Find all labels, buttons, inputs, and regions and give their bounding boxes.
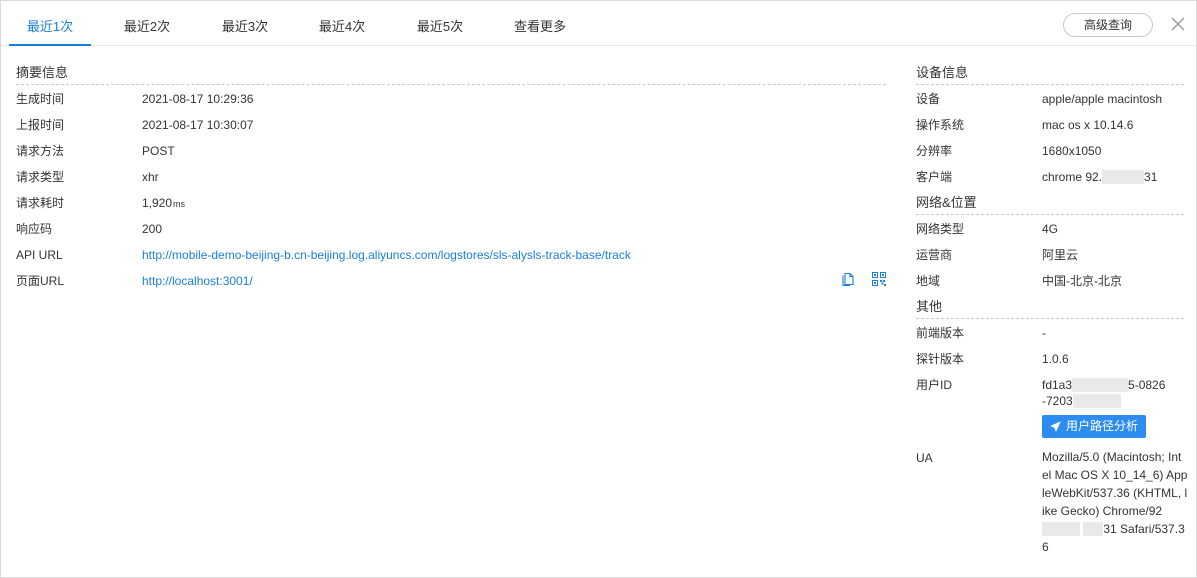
reported-time-value: 2021-08-17 10:30:07 <box>142 118 254 132</box>
user-id-label: 用户ID <box>916 378 953 392</box>
send-icon <box>1050 421 1061 432</box>
request-duration-value: 1,920ms <box>142 195 185 212</box>
device-value: apple/apple macintosh <box>1042 92 1163 106</box>
api-url-label: API URL <box>16 248 63 262</box>
advanced-query-button[interactable]: 高级查询 <box>1063 13 1153 37</box>
carrier-value: 阿里云 <box>1042 248 1079 262</box>
reported-time-label: 上报时间 <box>16 118 65 132</box>
tab-bar: 最近1次 最近2次 最近3次 最近4次 最近5次 查看更多 高级查询 <box>1 1 1196 46</box>
generated-time-value: 2021-08-17 10:29:36 <box>142 92 254 106</box>
user-id-value: fd1a3 5-0826 -7203 <box>1042 377 1188 409</box>
request-type-value: xhr <box>142 170 159 184</box>
redacted-block <box>1072 394 1121 408</box>
resolution-value: 1680x1050 <box>1042 144 1102 158</box>
other-section-title: 其他 <box>916 299 1184 319</box>
client-label: 客户端 <box>916 170 953 184</box>
redacted-block <box>1083 522 1104 536</box>
user-id-line-2: -7203 <box>1042 393 1188 409</box>
probe-version-label: 探针版本 <box>916 352 965 366</box>
network-type-label: 网络类型 <box>916 222 965 236</box>
region-label: 地域 <box>916 274 941 288</box>
user-id-line-1: fd1a3 5-0826 <box>1042 377 1188 393</box>
ua-label: UA <box>916 451 933 465</box>
frontend-version-value: - <box>1042 326 1046 340</box>
device-label: 设备 <box>916 92 941 106</box>
request-type-label: 请求类型 <box>16 170 65 184</box>
redacted-block <box>1102 170 1145 184</box>
duration-number: 1,920 <box>142 196 173 210</box>
duration-unit: ms <box>173 199 186 209</box>
carrier-label: 运营商 <box>916 248 953 262</box>
network-type-value: 4G <box>1042 222 1059 236</box>
tab-recent-5[interactable]: 最近5次 <box>399 1 481 45</box>
region-value: 中国-北京-北京 <box>1042 274 1122 288</box>
request-method-value: POST <box>142 144 175 158</box>
user-id-part-3: -7203 <box>1042 394 1073 408</box>
tab-recent-2[interactable]: 最近2次 <box>106 1 188 45</box>
request-duration-label: 请求耗时 <box>16 196 65 210</box>
device-section-title: 设备信息 <box>916 65 1184 85</box>
page-url-label: 页面URL <box>16 274 65 288</box>
resolution-label: 分辨率 <box>916 144 953 158</box>
os-value: mac os x 10.14.6 <box>1042 118 1134 132</box>
network-section-title: 网络&位置 <box>916 195 1184 215</box>
summary-section-title: 摘要信息 <box>16 65 886 85</box>
request-method-label: 请求方法 <box>16 144 65 158</box>
generated-time-label: 生成时间 <box>16 92 65 106</box>
user-path-analysis-button[interactable]: 用户路径分析 <box>1042 415 1146 438</box>
os-label: 操作系统 <box>916 118 965 132</box>
api-url-link[interactable]: http://mobile-demo-beijing-b.cn-beijing.… <box>142 247 631 263</box>
user-path-analysis-label: 用户路径分析 <box>1065 419 1138 433</box>
tab-recent-1[interactable]: 最近1次 <box>9 1 91 46</box>
response-code-label: 响应码 <box>16 222 53 236</box>
detail-panel: 最近1次 最近2次 最近3次 最近4次 最近5次 查看更多 高级查询 摘要信息 … <box>0 0 1197 578</box>
user-id-part-1: fd1a3 <box>1042 378 1073 392</box>
copy-icon[interactable] <box>841 272 855 287</box>
close-icon[interactable] <box>1169 15 1187 33</box>
redacted-block <box>1042 522 1080 536</box>
tab-recent-3[interactable]: 最近3次 <box>204 1 286 45</box>
qrcode-icon[interactable] <box>872 272 886 286</box>
tab-view-more[interactable]: 查看更多 <box>499 1 581 45</box>
frontend-version-label: 前端版本 <box>916 326 965 340</box>
ua-part-1: Mozilla/5.0 (Macintosh; Intel Mac OS X 1… <box>1042 450 1188 518</box>
user-id-part-2: 5-0826 <box>1128 378 1166 392</box>
probe-version-value: 1.0.6 <box>1042 352 1069 366</box>
client-value-start: chrome 92. <box>1042 170 1103 184</box>
page-url-link[interactable]: http://localhost:3001/ <box>142 273 253 289</box>
ua-value: Mozilla/5.0 (Macintosh; Intel Mac OS X 1… <box>1042 448 1188 556</box>
response-code-value: 200 <box>142 222 163 236</box>
client-value-end: 31 <box>1144 170 1158 184</box>
client-value: chrome 92. 31 <box>1042 169 1157 185</box>
redacted-block <box>1072 378 1129 392</box>
tab-recent-4[interactable]: 最近4次 <box>301 1 383 45</box>
